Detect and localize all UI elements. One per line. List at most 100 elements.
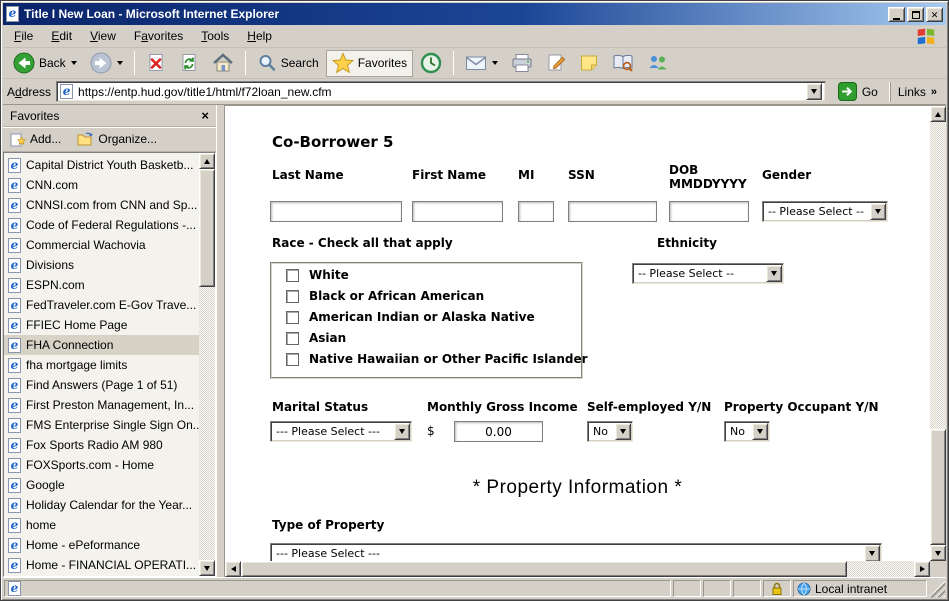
scrollbar-thumb[interactable] [930,429,946,545]
dropdown-arrow-icon[interactable] [870,203,886,220]
race-checkbox[interactable] [286,311,299,324]
scrollbar-thumb[interactable] [241,561,847,577]
horizontal-scrollbar[interactable] [225,561,930,577]
menu-item[interactable]: View [81,26,125,46]
favorite-item[interactable]: e Home - FINANCIAL OPERATI... [4,555,199,575]
scroll-up-button[interactable] [199,153,215,169]
race-checkbox[interactable] [286,290,299,303]
discuss-button[interactable] [573,50,605,77]
mail-button[interactable] [459,50,504,77]
income-input[interactable] [454,421,543,442]
first-name-input[interactable] [412,201,503,222]
menu-item[interactable]: Edit [42,26,81,46]
race-checkbox[interactable] [286,353,299,366]
favorite-item[interactable]: e Fox Sports Radio AM 980 [4,435,199,455]
resize-grip[interactable] [929,580,945,598]
edit-button[interactable] [540,50,572,77]
forward-button[interactable] [84,50,129,77]
ie-page-icon: e [8,298,21,313]
go-button[interactable]: Go [831,82,885,101]
menu-item[interactable]: Help [238,26,281,46]
favorite-item[interactable]: e FedTraveler.com E-Gov Trave... [4,295,199,315]
favorite-item[interactable]: e FMS Enterprise Single Sign On... [4,415,199,435]
favorite-item[interactable]: e CNN.com [4,175,199,195]
minimize-button[interactable] [888,7,905,22]
marital-status-label: Marital Status [272,400,368,414]
vertical-scrollbar[interactable] [930,106,946,561]
close-button[interactable]: ✕ [926,7,943,22]
favorite-item[interactable]: e fha mortgage limits [4,355,199,375]
add-favorite-button[interactable]: Add... [10,132,61,147]
address-input[interactable]: e https://entp.hud.gov/title1/html/f72lo… [56,81,826,102]
favorite-item[interactable]: e ESPN.com [4,275,199,295]
stop-icon [146,53,166,73]
dropdown-arrow-icon[interactable] [864,545,880,561]
scroll-down-button[interactable] [199,560,215,576]
property-section-title: * Property Information * [225,477,930,499]
messenger-button[interactable] [641,50,675,77]
scroll-up-button[interactable] [930,106,946,122]
race-checkbox[interactable] [286,269,299,282]
menu-item[interactable]: File [5,26,42,46]
back-button[interactable]: Back [7,50,83,77]
race-option-row: Asian [272,328,581,348]
scroll-down-button[interactable] [930,545,946,561]
marital-status-select[interactable]: --- Please Select --- [270,421,412,442]
occupant-select[interactable]: No [724,421,770,442]
favorite-item[interactable]: e FHA Connection [4,335,199,355]
close-favorites-icon[interactable]: × [201,108,209,123]
dropdown-arrow-icon[interactable] [766,265,782,282]
ssn-input[interactable] [568,201,657,222]
status-pane [703,580,731,597]
property-type-select[interactable]: --- Please Select --- [270,543,882,561]
gender-select[interactable]: -- Please Select -- [762,201,888,222]
self-employed-select[interactable]: No [587,421,633,442]
ie-page-icon: e [8,458,21,473]
mi-input[interactable] [518,201,554,222]
favorite-item[interactable]: e Find Answers (Page 1 of 51) [4,375,199,395]
favorite-item[interactable]: e CNNSI.com from CNN and Sp... [4,195,199,215]
research-icon [612,53,634,73]
dropdown-arrow-icon[interactable] [752,423,768,440]
scroll-left-button[interactable] [225,561,241,577]
menu-item[interactable]: Tools [192,26,238,46]
ie-page-icon: e [8,398,21,413]
panel-splitter[interactable] [216,105,224,577]
research-button[interactable] [606,50,640,77]
favorite-item[interactable]: e First Preston Management, In... [4,395,199,415]
dropdown-arrow-icon[interactable] [615,423,631,440]
ethnicity-select[interactable]: -- Please Select -- [632,263,784,284]
ie-page-icon: e [8,378,21,393]
scroll-right-button[interactable] [914,561,930,577]
favorite-item[interactable]: e FOXSports.com - Home [4,455,199,475]
toolbar-separator [245,51,246,75]
ie-page-icon: e [8,218,21,233]
links-toolbar[interactable]: Links » [890,82,942,102]
organize-favorites-button[interactable]: Organize... [77,132,157,146]
print-button[interactable] [505,50,539,77]
dropdown-arrow-icon[interactable] [394,423,410,440]
refresh-button[interactable] [173,50,205,77]
history-button[interactable] [414,50,448,77]
favorite-item[interactable]: e Divisions [4,255,199,275]
favorite-item[interactable]: e home [4,515,199,535]
favorite-item[interactable]: e Holiday Calendar for the Year... [4,495,199,515]
search-button[interactable]: Search [251,50,325,77]
favorite-item[interactable]: e Code of Federal Regulations -... [4,215,199,235]
menu-item[interactable]: Favorites [125,26,192,46]
scrollbar-thumb[interactable] [199,169,215,287]
maximize-button[interactable] [907,7,924,22]
home-button[interactable] [206,50,240,77]
favorite-item[interactable]: e Commercial Wachovia [4,235,199,255]
race-checkbox[interactable] [286,332,299,345]
address-dropdown-button[interactable] [806,83,822,100]
favorite-item[interactable]: e Home - ePeformance [4,535,199,555]
favorites-scrollbar[interactable] [199,153,215,576]
favorite-item[interactable]: e FFIEC Home Page [4,315,199,335]
stop-button[interactable] [140,50,172,77]
dob-input[interactable] [669,201,749,222]
last-name-input[interactable] [270,201,402,222]
favorite-item[interactable]: e Capital District Youth Basketb... [4,155,199,175]
favorite-item[interactable]: e Google [4,475,199,495]
favorites-button[interactable]: Favorites [326,50,413,77]
